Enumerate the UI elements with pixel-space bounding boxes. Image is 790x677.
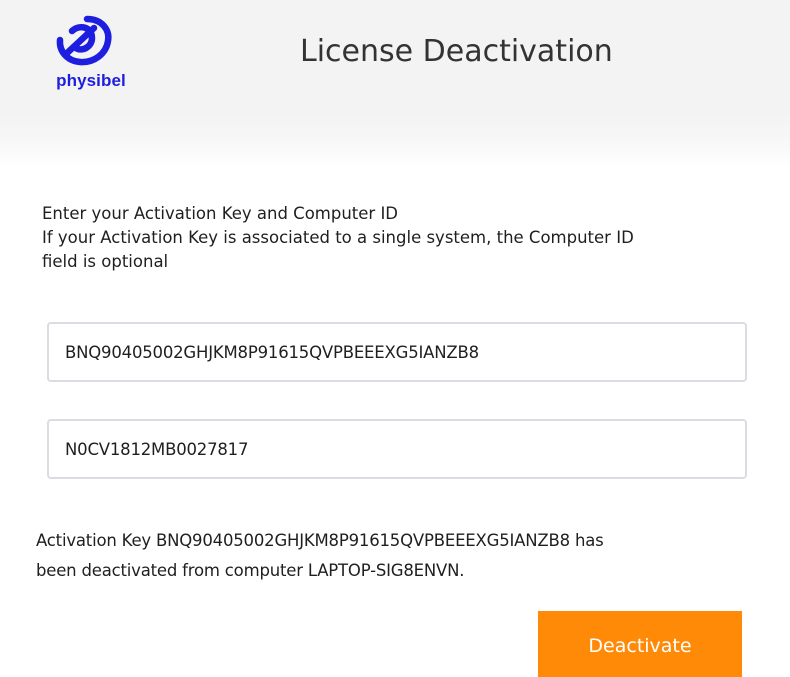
physibel-logo: physibel (46, 14, 156, 102)
instructions-line-3: field is optional (42, 252, 169, 271)
page-title: License Deactivation (300, 34, 613, 69)
activation-key-input[interactable] (65, 324, 735, 380)
computer-id-field (47, 419, 747, 479)
logo-text: physibel (56, 71, 126, 90)
instructions: Enter your Activation Key and Computer I… (42, 202, 762, 274)
header: physibel License Deactivation (0, 0, 790, 168)
activation-key-field (47, 322, 747, 382)
status-message: Activation Key BNQ90405002GHJKM8P91615QV… (36, 526, 766, 586)
physibel-logo-icon (56, 15, 112, 66)
license-deactivation-page: physibel License Deactivation Enter your… (0, 0, 790, 677)
deactivate-button[interactable]: Deactivate (538, 611, 742, 677)
status-line-1: Activation Key BNQ90405002GHJKM8P91615QV… (36, 531, 604, 550)
instructions-line-2: If your Activation Key is associated to … (42, 228, 634, 247)
computer-id-input[interactable] (65, 421, 735, 477)
status-line-2: been deactivated from computer LAPTOP-SI… (36, 561, 465, 580)
instructions-line-1: Enter your Activation Key and Computer I… (42, 204, 399, 223)
